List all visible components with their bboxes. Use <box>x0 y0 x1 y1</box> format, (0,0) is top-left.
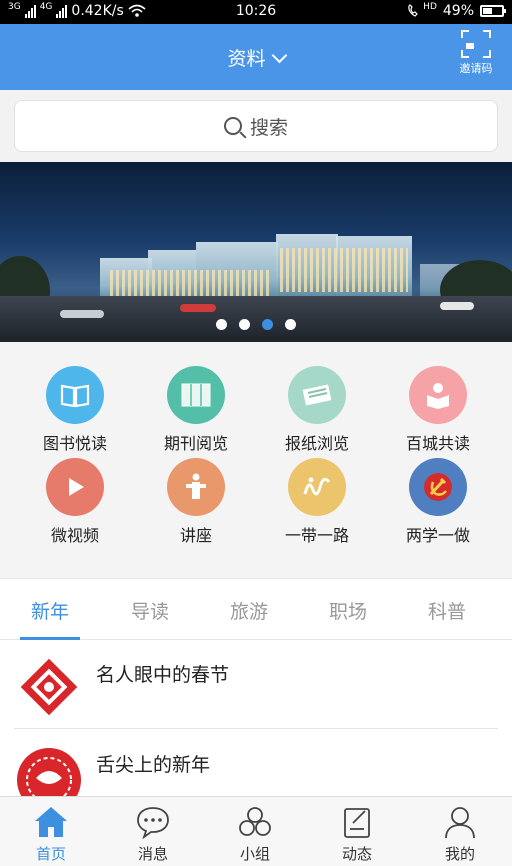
grid-item-lectures[interactable]: 讲座 <box>136 458 256 546</box>
banner-car <box>180 304 216 312</box>
nav-label: 动态 <box>341 845 372 863</box>
search-placeholder: 搜索 <box>249 116 288 139</box>
profile-icon <box>445 807 475 839</box>
tab-guide[interactable]: 导读 <box>100 597 200 624</box>
article-title: 名人眼中的春节 <box>96 664 230 686</box>
search-icon <box>223 117 242 135</box>
call-hd-icon <box>408 4 419 17</box>
magazine-icon <box>167 366 225 424</box>
category-tabs: 新年 导读 旅游 职场 科普 <box>0 578 512 640</box>
belt-road-icon <box>288 458 346 516</box>
feed-icon <box>344 808 370 838</box>
grid-item-label: 两学一做 <box>405 526 470 545</box>
list-item[interactable]: 舌尖上的新年 <box>0 730 512 796</box>
battery-percent: 49% <box>442 3 474 19</box>
top-header: 资料 邀请码 <box>0 24 512 90</box>
speaker-icon <box>167 458 225 516</box>
list-item[interactable]: 名人眼中的春节 <box>0 640 512 730</box>
banner-car <box>60 310 104 318</box>
nav-label: 首页 <box>35 845 66 863</box>
group-icon <box>239 807 271 836</box>
grid-item-journals[interactable]: 期刊阅览 <box>136 366 256 454</box>
nav-label: 我的 <box>444 845 475 863</box>
chevron-down-icon <box>271 47 287 64</box>
paper-cut-fu-icon <box>20 658 78 716</box>
party-emblem-icon <box>409 458 467 516</box>
header-title-dropdown[interactable]: 资料 <box>0 44 512 71</box>
book-icon <box>46 366 104 424</box>
tab-science[interactable]: 科普 <box>397 597 497 624</box>
search-input[interactable]: 搜索 <box>14 100 498 152</box>
grid-item-label: 图书悦读 <box>42 434 107 453</box>
nav-home[interactable]: 首页 <box>11 805 91 864</box>
grid-item-two-studies[interactable]: 两学一做 <box>378 458 498 546</box>
banner-windows <box>280 248 408 292</box>
grid-item-label: 报纸浏览 <box>284 434 349 453</box>
battery-icon <box>480 5 506 17</box>
message-icon <box>137 807 169 840</box>
grid-item-hundred-cities[interactable]: 百城共读 <box>378 366 498 454</box>
grid-item-label: 百城共读 <box>405 434 470 453</box>
nav-label: 小组 <box>239 845 270 863</box>
status-bar: 3G 4G 0.42K/s 10:26 HD 49% <box>0 0 512 24</box>
banner-windows <box>110 270 270 296</box>
banner-car <box>440 302 474 310</box>
carousel-dot[interactable] <box>239 319 250 330</box>
carousel-dot-active[interactable] <box>262 319 273 330</box>
nav-label: 消息 <box>137 845 168 863</box>
nav-profile[interactable]: 我的 <box>420 805 500 864</box>
nav-groups[interactable]: 小组 <box>215 805 295 864</box>
carousel-dot[interactable] <box>216 319 227 330</box>
nav-feed[interactable]: 动态 <box>317 805 397 864</box>
grid-item-label: 微视频 <box>50 526 99 545</box>
divider <box>14 728 498 729</box>
tab-new-year[interactable]: 新年 <box>0 597 100 624</box>
bottom-navigation: 首页 消息 小组 动态 我的 <box>0 796 512 866</box>
article-list: 名人眼中的春节 舌尖上的新年 <box>0 640 512 796</box>
article-title: 舌尖上的新年 <box>96 754 211 776</box>
carousel-dot[interactable] <box>285 319 296 330</box>
banner-carousel[interactable] <box>0 162 512 342</box>
grid-item-books[interactable]: 图书悦读 <box>15 366 135 454</box>
grid-item-belt-road[interactable]: 一带一路 <box>257 458 377 546</box>
grid-item-newspapers[interactable]: 报纸浏览 <box>257 366 377 454</box>
invite-code-button[interactable]: 邀请码 <box>454 30 498 76</box>
grid-item-label: 一带一路 <box>284 526 349 545</box>
play-icon <box>46 458 104 516</box>
newspaper-icon <box>288 366 346 424</box>
home-icon <box>35 807 67 837</box>
carousel-indicator <box>0 319 512 330</box>
scan-icon <box>461 30 491 58</box>
invite-code-label: 邀请码 <box>459 62 493 75</box>
nav-messages[interactable]: 消息 <box>113 805 193 864</box>
paper-cut-circle-icon <box>17 748 81 796</box>
grid-item-label: 期刊阅览 <box>163 434 228 453</box>
grid-item-label: 讲座 <box>179 526 212 545</box>
volte-label: HD <box>423 2 437 12</box>
header-title: 资料 <box>227 48 266 70</box>
feature-grid: 图书悦读 期刊阅览 报纸浏览 百城共读 微视频 讲座 一带一路 两学一做 <box>0 342 512 578</box>
tab-career[interactable]: 职场 <box>298 597 398 624</box>
tab-travel[interactable]: 旅游 <box>199 597 299 624</box>
grid-item-micro-video[interactable]: 微视频 <box>15 458 135 546</box>
reader-icon <box>409 366 467 424</box>
